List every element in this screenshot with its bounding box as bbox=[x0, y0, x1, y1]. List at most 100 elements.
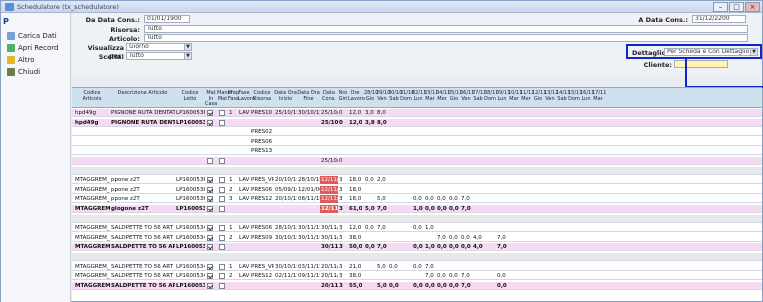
manuf-mat-checkbox[interactable] bbox=[219, 244, 225, 251]
day-column-header[interactable]: 02/11 Lun bbox=[412, 90, 426, 102]
day-column-header[interactable]: 15/11 Dom bbox=[568, 90, 582, 102]
mat-in-casa-checkbox[interactable] bbox=[207, 196, 213, 203]
mat-in-casa-checkbox[interactable] bbox=[207, 273, 213, 280]
table-row[interactable] bbox=[72, 166, 762, 175]
table-row[interactable]: MTAGGREM_SALDSALDPETTE TO 56 ARTLP160053… bbox=[72, 272, 762, 281]
day-column-header[interactable]: 30/10 Sab bbox=[388, 90, 402, 102]
sidebar-item-apri-record[interactable]: Apri Record bbox=[7, 43, 58, 53]
mat-in-casa-checkbox[interactable] bbox=[207, 225, 213, 232]
a-data-cons-input[interactable]: 31/12/2200 bbox=[692, 15, 746, 23]
day-column-header[interactable]: 12/11 Gio bbox=[532, 90, 546, 102]
table-row[interactable]: hpd49g PIGNONE RUTA DENTATA LP1600536 1 LAV P… bbox=[72, 109, 762, 117]
column-header[interactable]: Ore Lavoro bbox=[348, 90, 365, 102]
mat-in-casa-checkbox[interactable] bbox=[207, 234, 213, 241]
day-column-header[interactable]: 29/10 Ven bbox=[376, 90, 390, 102]
mat-in-casa-checkbox[interactable] bbox=[207, 282, 213, 289]
day-cell: 1,0 bbox=[413, 206, 423, 212]
mat-in-casa-checkbox[interactable] bbox=[207, 110, 213, 116]
da-data-cons-input[interactable]: 01/01/1900 bbox=[144, 15, 190, 23]
table-row[interactable]: 25/10/150 bbox=[72, 157, 762, 165]
manuf-mat-checkbox[interactable] bbox=[219, 186, 225, 193]
mat-in-casa-checkbox[interactable] bbox=[207, 177, 213, 184]
manuf-mat-checkbox[interactable] bbox=[219, 282, 225, 289]
manuf-mat-checkbox[interactable] bbox=[219, 263, 225, 270]
day-column-header[interactable]: 10/11 Mar bbox=[508, 90, 522, 102]
column-header[interactable]: Descrizione Articolo bbox=[110, 90, 175, 97]
manuf-mat-checkbox[interactable] bbox=[219, 206, 225, 212]
table-row[interactable]: hpd49g PIGNONE RUTA DENTATALP1600536 25/10… bbox=[72, 118, 762, 127]
mat-in-casa-checkbox[interactable] bbox=[207, 206, 213, 212]
day-column-header[interactable]: 06/11 Ven bbox=[460, 90, 474, 102]
table-row[interactable]: MTAGGREM_SALDSALDPETTE TO 56 ARTLP160053… bbox=[72, 281, 762, 290]
manuf-mat-checkbox[interactable] bbox=[219, 177, 225, 184]
day-column-header[interactable]: 09/11 Lun bbox=[496, 90, 510, 102]
maximize-button[interactable]: □ bbox=[729, 2, 744, 12]
table-row[interactable] bbox=[72, 214, 762, 223]
column-header[interactable]: Mat In Casa bbox=[205, 90, 217, 108]
column-header[interactable]: Nro Giri bbox=[338, 90, 348, 102]
manuf-mat-checkbox[interactable] bbox=[219, 273, 225, 280]
column-header[interactable]: Fase Lavoro bbox=[238, 90, 255, 102]
manuf-mat-checkbox[interactable] bbox=[219, 196, 225, 203]
mat-in-casa-checkbox[interactable] bbox=[207, 158, 213, 164]
risorsa-input[interactable]: Tutto bbox=[144, 25, 748, 33]
cliente-input[interactable] bbox=[674, 60, 728, 68]
day-cell bbox=[448, 128, 460, 136]
scelta-select[interactable]: Tutto ▼ bbox=[126, 52, 192, 60]
column-header[interactable]: Codice Articolo bbox=[74, 90, 110, 102]
table-row[interactable] bbox=[72, 253, 762, 261]
sidebar-item-altro[interactable]: Altro bbox=[7, 55, 35, 65]
table-row[interactable]: MTAGGREM_SALDppone z2T LP1600536 3 LAVPRES1… bbox=[72, 195, 762, 204]
day-column-header[interactable]: 28/10 Gio bbox=[364, 90, 378, 102]
cell-desc bbox=[110, 128, 175, 136]
mat-in-casa-checkbox[interactable] bbox=[207, 244, 213, 251]
table-row[interactable]: PRES06 bbox=[72, 137, 762, 146]
table-row[interactable]: PRES13 bbox=[72, 147, 762, 156]
manuf-mat-checkbox[interactable] bbox=[219, 158, 225, 164]
mat-in-casa-checkbox[interactable] bbox=[207, 186, 213, 193]
table-row[interactable]: MTAGGREM_SALDppone z2T LP1600536 2 LAVPRES0… bbox=[72, 185, 762, 194]
table-row[interactable]: MTAGGREM_SALDppone z2T LP1600536 1 LAVPRES_… bbox=[72, 176, 762, 185]
articolo-input[interactable]: Tutto bbox=[144, 34, 748, 42]
day-column-header[interactable]: 07/11 Sab bbox=[472, 90, 486, 102]
minimize-button[interactable]: – bbox=[713, 2, 728, 12]
manuf-mat-checkbox[interactable] bbox=[219, 225, 225, 232]
dettaglio-select[interactable]: Per Scheda e Con Dettaglio ▼ bbox=[664, 48, 758, 56]
day-cell bbox=[376, 138, 388, 146]
day-column-header[interactable]: 16/11 Lun bbox=[580, 90, 594, 102]
manuf-mat-checkbox[interactable] bbox=[219, 110, 225, 116]
day-column-header[interactable]: 03/11 Mar bbox=[424, 90, 438, 102]
mat-in-casa-checkbox[interactable] bbox=[207, 119, 213, 126]
cell-inizio: 02/11/15 bbox=[275, 273, 297, 280]
visualizza-select[interactable]: Giorno ▼ bbox=[126, 43, 192, 51]
table-row[interactable]: MTAGGREM_SALDSALDPETTE TO 56 ARTLP160053… bbox=[72, 262, 762, 271]
day-column-header[interactable]: 14/11 Sab bbox=[556, 90, 570, 102]
column-header[interactable]: Data Ora Inizio bbox=[274, 90, 297, 102]
manuf-mat-checkbox[interactable] bbox=[219, 234, 225, 241]
table-row[interactable]: MTAGGREM_SALDSALDPETTE TO 56 ARTLP160053… bbox=[72, 233, 762, 242]
day-column-header[interactable]: 17/11 Mar bbox=[592, 90, 606, 102]
sidebar-item-chiudi[interactable]: Chiudi bbox=[7, 67, 40, 77]
day-column-header[interactable]: 13/11 Ven bbox=[544, 90, 558, 102]
day-column-header[interactable]: 31/10 Dom bbox=[400, 90, 414, 102]
table-row[interactable]: MTAGGREM_SALDSALDPETTE TO 56 ARTLP160053… bbox=[72, 224, 762, 233]
table-row[interactable]: MTAGGREM_SALDSALDPETTE TO 56 ARTLP160053… bbox=[72, 243, 762, 252]
column-header[interactable]: Data Cons. bbox=[320, 90, 338, 102]
close-window-button[interactable]: × bbox=[745, 2, 760, 12]
column-header[interactable]: Manuf Mat bbox=[217, 90, 232, 102]
column-header[interactable]: Codice Risorsa bbox=[250, 90, 274, 102]
column-header[interactable]: Prep Fase bbox=[228, 90, 239, 102]
table-row[interactable]: PRES02 bbox=[72, 128, 762, 137]
cell-lotto: LP1600534 bbox=[176, 234, 205, 241]
day-column-header[interactable]: 08/11 Dom bbox=[484, 90, 498, 102]
day-column-header[interactable]: 11/11 Mer bbox=[520, 90, 534, 102]
mat-in-casa-checkbox[interactable] bbox=[207, 263, 213, 270]
column-header[interactable]: Codice Lotto bbox=[175, 90, 205, 102]
day-column-header[interactable]: 05/11 Gio bbox=[448, 90, 462, 102]
table-row[interactable]: MTAGGREM_SALDglogone z2T LP1600536 12/11/1… bbox=[72, 205, 762, 213]
sidebar-item-carica-dati[interactable]: Carica Dati bbox=[7, 31, 57, 41]
manuf-mat-checkbox[interactable] bbox=[219, 119, 225, 126]
column-header[interactable]: Data Ora Fine bbox=[297, 90, 320, 102]
day-column-header[interactable]: 04/11 Mer bbox=[436, 90, 450, 102]
cell-giri: 0 bbox=[339, 110, 343, 116]
